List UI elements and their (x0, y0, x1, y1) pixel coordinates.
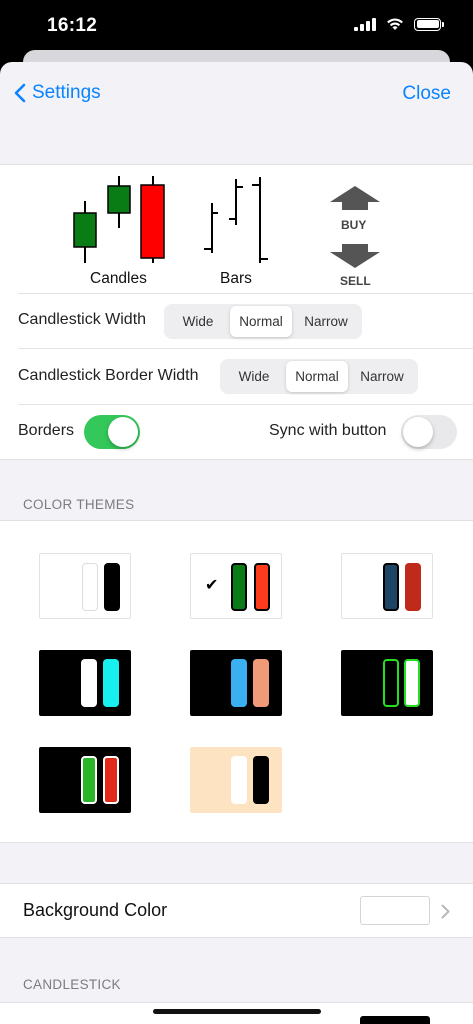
candles-label: Candles (90, 270, 147, 287)
candlestick-width-label: Candlestick Width (18, 311, 147, 328)
background-color-well[interactable] (360, 896, 430, 925)
theme-option-dark-blue-salmon[interactable] (190, 650, 282, 716)
border-width-normal[interactable]: Normal (286, 361, 348, 392)
chart-options-group: Candles Bars BUY SELL Candlestick Width … (0, 164, 473, 460)
border-width-label: Candlestick Border Width (18, 367, 199, 384)
candlestick-section-header: CANDLESTICK (23, 977, 121, 992)
home-indicator (153, 1009, 321, 1014)
background-color-label: Background Color (23, 900, 168, 920)
bars-icon (204, 177, 268, 263)
sell-arrow-icon (330, 244, 380, 268)
sell-label: SELL (340, 274, 371, 288)
nav-bar: Settings Close (0, 62, 473, 126)
candles-icon (73, 176, 165, 263)
theme-option-dark-white-cyan[interactable] (39, 650, 131, 716)
border-width-segmented: Wide Normal Narrow (220, 359, 418, 394)
theme-option-green-red[interactable]: ✔ (190, 553, 282, 619)
candles-option[interactable]: Candles (70, 173, 170, 291)
candlestick-width-narrow[interactable]: Narrow (292, 306, 360, 337)
candlestick-color-well[interactable] (360, 1016, 430, 1024)
chevron-left-icon (14, 83, 26, 103)
candlestick-width-wide[interactable]: Wide (166, 306, 230, 337)
candlestick-width-normal[interactable]: Normal (230, 306, 292, 337)
row-divider (18, 404, 473, 405)
color-themes-header: COLOR THEMES (23, 497, 135, 512)
bars-option[interactable]: Bars (200, 173, 270, 291)
status-bar: 16:12 (0, 0, 473, 52)
buy-sell-option[interactable]: BUY SELL (320, 185, 390, 293)
borders-label: Borders (18, 422, 75, 439)
theme-option-dark-outline-green[interactable] (341, 650, 433, 716)
close-button[interactable]: Close (402, 83, 451, 105)
background-color-group[interactable]: Background Color (0, 883, 473, 938)
row-divider (18, 348, 473, 349)
status-time: 16:12 (47, 15, 98, 36)
color-themes-group: ✔ (0, 520, 473, 843)
theme-option-white-black[interactable] (39, 553, 131, 619)
border-width-narrow[interactable]: Narrow (348, 361, 416, 392)
back-button-label: Settings (32, 82, 101, 103)
bars-label: Bars (220, 270, 252, 287)
buy-label: BUY (341, 218, 367, 232)
theme-option-dark-green-red[interactable] (39, 747, 131, 813)
sync-with-button-toggle[interactable] (401, 415, 457, 449)
battery-icon (414, 17, 444, 31)
chevron-right-icon (441, 904, 450, 919)
status-icons (354, 17, 444, 31)
row-divider (18, 293, 473, 294)
candlestick-width-segmented: Wide Normal Narrow (164, 304, 362, 339)
theme-option-cream-white-black[interactable] (190, 747, 282, 813)
theme-option-navy-rust[interactable] (341, 553, 433, 619)
cellular-signal-icon (354, 17, 376, 31)
buy-arrow-icon (330, 186, 380, 210)
borders-toggle[interactable] (84, 415, 140, 449)
selected-checkmark-icon: ✔ (205, 577, 219, 594)
wifi-icon (387, 18, 403, 30)
sync-with-button-label: Sync with button (269, 422, 387, 439)
border-width-wide[interactable]: Wide (222, 361, 286, 392)
back-button[interactable]: Settings (14, 82, 101, 104)
settings-sheet: Settings Close Candles Bars BUY SELL Can… (0, 62, 473, 1024)
